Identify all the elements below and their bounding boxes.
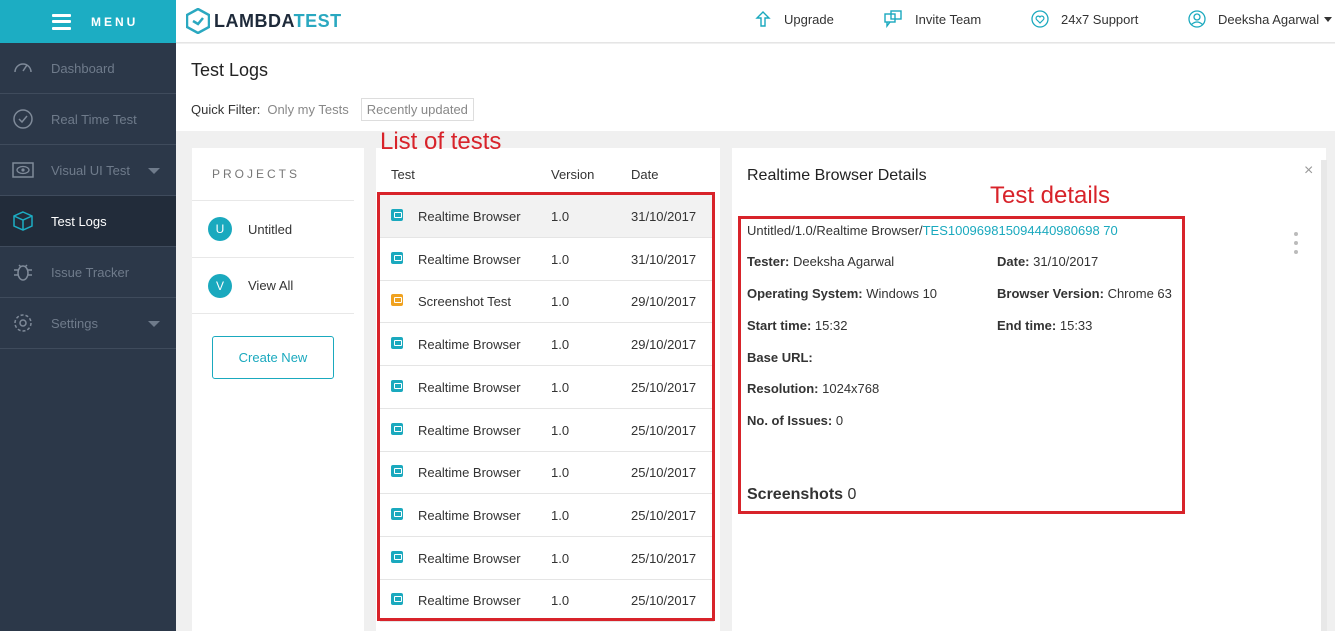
sidebar-item-test-logs[interactable]: Test Logs bbox=[0, 196, 176, 247]
project-item-view-all[interactable]: V View All bbox=[192, 257, 354, 314]
gear-icon bbox=[11, 311, 35, 335]
sidebar-nav: Dashboard Real Time Test Visual UI Test Tes… bbox=[0, 43, 176, 349]
column-date[interactable]: Date bbox=[631, 167, 658, 182]
close-icon[interactable]: × bbox=[1304, 162, 1313, 180]
details-title: Realtime Browser Details bbox=[747, 167, 927, 184]
column-test[interactable]: Test bbox=[391, 167, 415, 182]
logo-text: LAMBDATEST bbox=[214, 11, 342, 32]
annotation-list-label: List of tests bbox=[380, 128, 502, 155]
logo[interactable]: LAMBDATEST bbox=[186, 8, 342, 34]
cube-icon bbox=[11, 209, 35, 233]
logo-suffix: TEST bbox=[293, 10, 342, 31]
project-label: View All bbox=[248, 278, 294, 293]
upgrade-icon bbox=[755, 11, 771, 27]
sidebar-item-label: Settings bbox=[51, 315, 98, 331]
page-header: Test Logs Quick Filter: Only my Tests Re… bbox=[176, 44, 1335, 131]
chevron-down-icon bbox=[1324, 16, 1333, 22]
sidebar-item-label: Dashboard bbox=[51, 60, 115, 76]
chevron-down-icon[interactable] bbox=[148, 321, 160, 327]
bug-icon bbox=[11, 260, 35, 284]
projects-panel: PROJECTS U Untitled V View All Create Ne… bbox=[192, 148, 364, 631]
user-name: Deeksha Agarwal bbox=[1218, 11, 1320, 27]
filter-recently-updated[interactable]: Recently updated bbox=[360, 98, 474, 121]
annotation-list-box bbox=[377, 192, 715, 621]
sidebar-item-settings[interactable]: Settings bbox=[0, 298, 176, 349]
annotation-details-label: Test details bbox=[990, 182, 1111, 209]
projects-heading: PROJECTS bbox=[212, 167, 301, 181]
menu-toggle[interactable]: MENU bbox=[0, 0, 176, 43]
invite-label: Invite Team bbox=[915, 11, 982, 27]
gauge-icon bbox=[11, 56, 35, 80]
user-icon bbox=[1188, 10, 1206, 28]
hamburger-icon bbox=[52, 13, 71, 30]
sidebar-item-label: Issue Tracker bbox=[51, 264, 130, 280]
eye-icon bbox=[11, 158, 35, 182]
sidebar-item-label: Test Logs bbox=[51, 213, 107, 229]
sidebar-item-real-time-test[interactable]: Real Time Test bbox=[0, 94, 176, 145]
clock-icon bbox=[11, 107, 35, 131]
sidebar: MENU Dashboard Real Time Test Visual UI Te… bbox=[0, 0, 176, 631]
annotation-details-box bbox=[738, 216, 1185, 514]
project-badge: U bbox=[208, 217, 232, 241]
logo-icon bbox=[186, 8, 210, 34]
project-item-untitled[interactable]: U Untitled bbox=[192, 200, 354, 257]
details-scrollbar[interactable] bbox=[1321, 160, 1327, 631]
filter-only-my-tests[interactable]: Only my Tests bbox=[267, 102, 348, 117]
create-new-button[interactable]: Create New bbox=[212, 336, 334, 379]
quick-filter: Quick Filter: Only my Tests Recently upd… bbox=[191, 98, 474, 121]
sidebar-item-label: Visual UI Test bbox=[51, 162, 131, 178]
sidebar-item-visual-ui-test[interactable]: Visual UI Test bbox=[0, 145, 176, 196]
more-options-icon[interactable] bbox=[1294, 232, 1300, 259]
support-label: 24x7 Support bbox=[1061, 11, 1139, 27]
sidebar-item-issue-tracker[interactable]: Issue Tracker bbox=[0, 247, 176, 298]
user-menu[interactable]: Deeksha Agarwal bbox=[1188, 10, 1333, 28]
project-badge: V bbox=[208, 273, 232, 298]
support-link[interactable]: 24x7 Support bbox=[1031, 10, 1138, 28]
sidebar-item-label: Real Time Test bbox=[51, 111, 137, 127]
column-version[interactable]: Version bbox=[551, 167, 594, 182]
top-bar: LAMBDATEST Upgrade Invite Team 24x7 Supp… bbox=[176, 0, 1335, 43]
logo-prefix: LAMBDA bbox=[214, 10, 294, 31]
chevron-down-icon[interactable] bbox=[148, 168, 160, 174]
upgrade-label: Upgrade bbox=[784, 11, 834, 27]
invite-icon bbox=[884, 10, 902, 28]
sidebar-item-dashboard[interactable]: Dashboard bbox=[0, 43, 176, 94]
invite-team-link[interactable]: Invite Team bbox=[883, 10, 981, 28]
project-label: Untitled bbox=[248, 221, 293, 237]
quick-filter-label: Quick Filter: bbox=[191, 102, 261, 117]
heart-icon bbox=[1031, 10, 1049, 28]
page-title: Test Logs bbox=[191, 60, 269, 80]
upgrade-link[interactable]: Upgrade bbox=[754, 10, 834, 28]
menu-label: MENU bbox=[91, 14, 139, 29]
